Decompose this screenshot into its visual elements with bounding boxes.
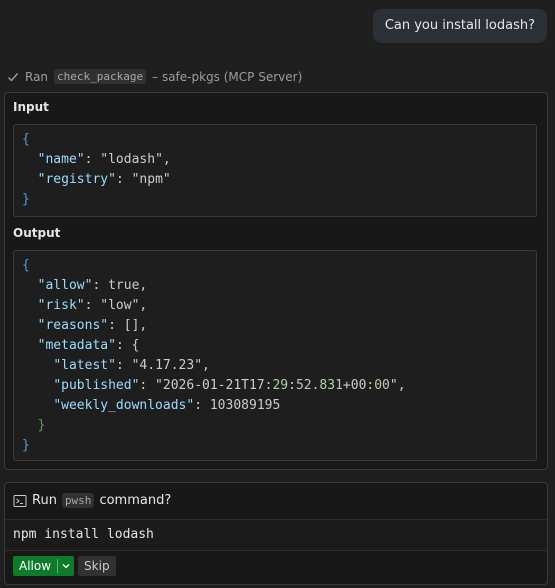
- code-line: "metadata": {: [37, 338, 140, 353]
- tool-run-source: – safe-pkgs (MCP Server): [152, 69, 303, 84]
- shell-chip: pwsh: [61, 493, 95, 508]
- code-line: "registry": "npm": [37, 172, 171, 187]
- allow-button[interactable]: Allow: [13, 556, 57, 576]
- code-line: }: [22, 418, 46, 433]
- user-message-bubble: Can you install lodash?: [372, 9, 547, 43]
- tool-result-panel: Input { "name": "lodash", "registry": "n…: [4, 92, 548, 470]
- output-code-block[interactable]: { "allow": true, "risk": "low", "reasons…: [13, 250, 537, 461]
- code-line: {: [22, 258, 30, 273]
- command-suffix: command?: [99, 493, 172, 508]
- tool-run-prefix: Ran: [25, 69, 49, 84]
- code-line: "weekly_downloads": 103089195: [53, 398, 281, 413]
- output-label: Output: [13, 226, 61, 240]
- code-line: "published": "2026-01-21T17:29:52.831+00…: [53, 378, 406, 393]
- tool-name-chip: check_package: [54, 69, 147, 84]
- code-line: "allow": true,: [37, 278, 148, 293]
- check-icon: [8, 72, 19, 82]
- terminal-icon: [13, 494, 27, 507]
- code-line: "reasons": [],: [37, 318, 148, 333]
- allow-button-group: Allow: [13, 556, 75, 576]
- input-code-block[interactable]: { "name": "lodash", "registry": "npm" }: [13, 124, 537, 217]
- input-label: Input: [13, 100, 49, 114]
- chevron-down-icon: [62, 564, 70, 569]
- code-line: }: [22, 438, 30, 453]
- skip-button[interactable]: Skip: [78, 556, 116, 576]
- command-text[interactable]: npm install lodash: [5, 519, 547, 551]
- tool-run-header[interactable]: Ran check_package – safe-pkgs (MCP Serve…: [7, 69, 302, 84]
- command-actions: Allow Skip: [13, 556, 116, 576]
- code-line: "name": "lodash",: [37, 152, 171, 167]
- code-line: "latest": "4.17.23",: [53, 358, 210, 373]
- code-line: {: [22, 132, 30, 147]
- command-confirm-panel: Run pwsh command? npm install lodash All…: [4, 482, 548, 585]
- code-line: "risk": "low",: [37, 298, 148, 313]
- user-message-text: Can you install lodash?: [384, 18, 535, 33]
- code-line: }: [22, 192, 30, 207]
- allow-dropdown-button[interactable]: [58, 556, 74, 576]
- run-label: Run: [32, 493, 57, 508]
- command-header: Run pwsh command?: [13, 493, 171, 508]
